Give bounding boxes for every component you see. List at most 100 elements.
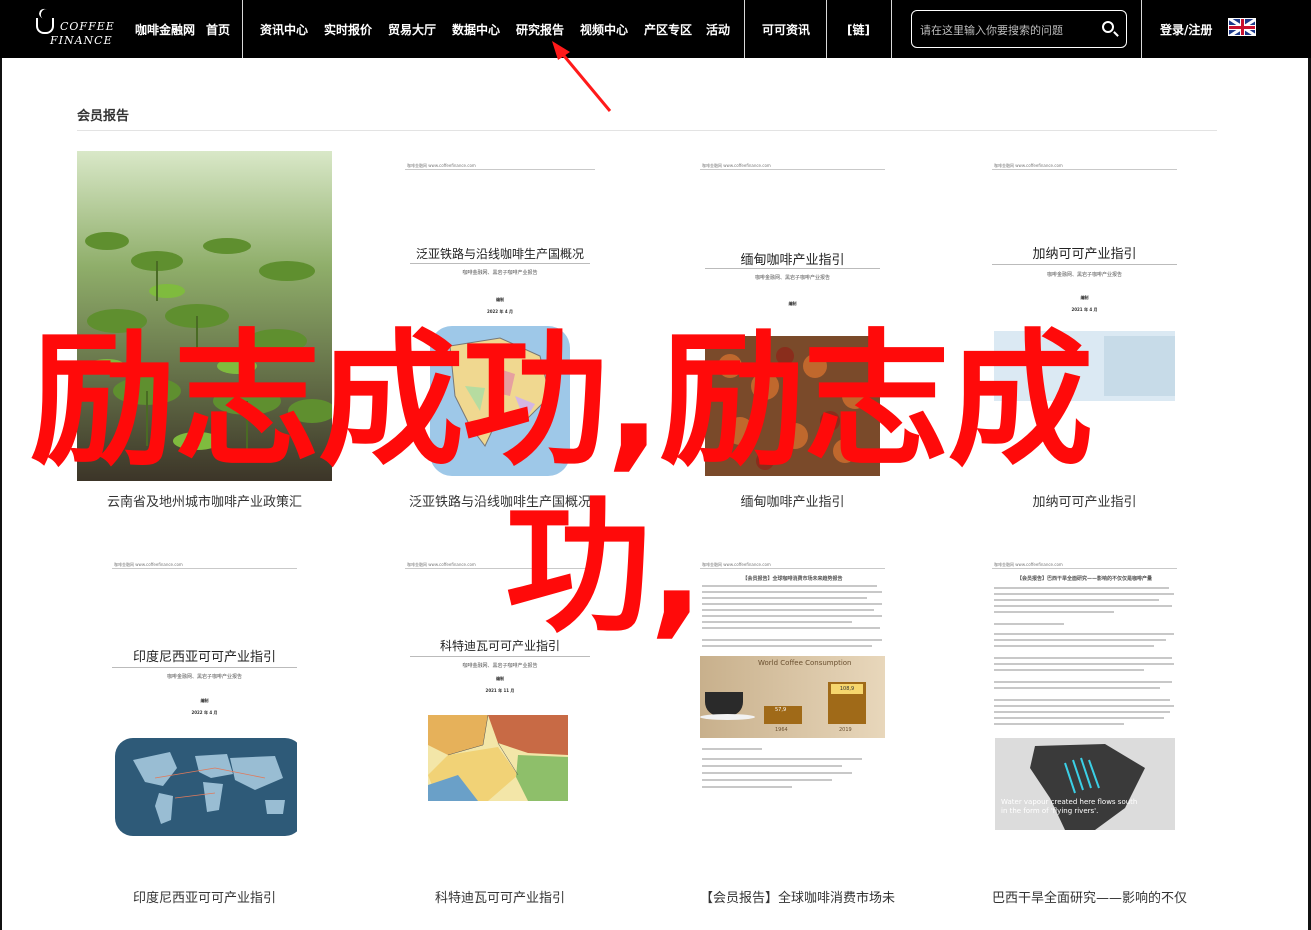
bar-value-2019: 108,9	[831, 684, 863, 694]
doc-header-rule	[992, 169, 1177, 170]
nav-events[interactable]: 活动	[706, 21, 730, 38]
report-card[interactable]: 咖啡金融网 www.coffeefinance.com 【会员报告】全球咖啡消费…	[700, 560, 895, 910]
annotation-arrow-icon	[552, 41, 612, 112]
text-line	[702, 585, 877, 587]
nav-links[interactable]: [链]	[847, 21, 870, 38]
nav-news-center[interactable]: 资讯中心	[260, 21, 308, 38]
doc-date: 2021 年 11 月	[485, 688, 515, 693]
report-caption[interactable]: 加纳可可产业指引	[992, 491, 1177, 510]
nav-divider	[891, 0, 892, 58]
doc-title-rule	[410, 263, 590, 264]
top-nav-bar: COFFEE FINANCE 咖啡金融网 首页 资讯中心 实时报价 贸易大厅 数…	[0, 0, 1311, 58]
text-line	[994, 657, 1172, 659]
overlay-slogan-line-1: 励志成功,励志成	[30, 316, 1093, 486]
report-caption[interactable]: 缅甸咖啡产业指引	[700, 491, 885, 510]
text-line	[994, 711, 1170, 713]
doc-header-rule	[992, 568, 1177, 569]
text-line	[702, 615, 882, 617]
consumption-chart-image: World Coffee Consumption 57,9 108,9 1964…	[700, 656, 885, 738]
text-line	[702, 639, 882, 641]
chart-title: World Coffee Consumption	[758, 659, 852, 667]
text-line	[702, 609, 874, 611]
flying-rivers-map	[995, 738, 1175, 830]
report-caption[interactable]: 云南省及地州城市咖啡产业政策汇	[77, 491, 332, 510]
south-america-map-image: Water vapour created here flows south in…	[995, 738, 1175, 830]
text-line	[994, 633, 1174, 635]
text-line	[702, 765, 842, 767]
search-icon[interactable]	[1102, 21, 1114, 33]
uk-flag-icon[interactable]	[1228, 18, 1256, 36]
nav-cocoa-news[interactable]: 可可资讯	[762, 21, 810, 38]
doc-title-rule	[705, 268, 880, 269]
search-input[interactable]	[920, 20, 1098, 40]
text-line	[994, 645, 1154, 647]
text-line	[994, 681, 1172, 683]
report-card[interactable]: 咖啡金融网 www.coffeefinance.com 【会员报告】巴西干旱全面…	[992, 560, 1187, 910]
report-thumbnail[interactable]: 咖啡金融网 www.coffeefinance.com 【会员报告】全球咖啡消费…	[700, 560, 885, 850]
text-line	[994, 587, 1169, 589]
text-line	[702, 621, 852, 623]
text-line	[994, 599, 1159, 601]
doc-title: 缅甸咖啡产业指引	[740, 253, 845, 268]
doc-edit-label: 编制	[1080, 295, 1089, 300]
site-logo[interactable]: COFFEE FINANCE	[28, 6, 128, 50]
text-line	[702, 603, 882, 605]
text-line	[702, 597, 867, 599]
doc-header-rule	[405, 169, 595, 170]
text-line	[994, 605, 1172, 607]
saucer-shape	[700, 714, 755, 720]
text-line	[702, 772, 852, 774]
nav-origin-zone[interactable]: 产区专区	[644, 21, 692, 38]
doc-edit-label: 编制	[496, 676, 504, 681]
doc-title: 【会员报告】全球咖啡消费市场未来趋势报告	[742, 576, 843, 582]
text-line	[994, 593, 1174, 595]
report-card[interactable]: 咖啡金融网 www.coffeefinance.com 印度尼西亚可可产业指引 …	[112, 560, 297, 910]
text-line	[702, 786, 792, 788]
nav-trade-hall[interactable]: 贸易大厅	[388, 21, 436, 38]
nav-divider	[744, 0, 745, 58]
nav-home[interactable]: 首页	[206, 21, 230, 38]
doc-title: 泛亚铁路与沿线咖啡生产国概况	[415, 247, 584, 261]
report-caption[interactable]: 巴西干旱全面研究——影响的不仅	[992, 887, 1187, 906]
nav-data-center[interactable]: 数据中心	[452, 21, 500, 38]
section-divider	[77, 130, 1217, 131]
report-caption[interactable]: 科特迪瓦可可产业指引	[405, 887, 595, 906]
report-thumbnail[interactable]: 咖啡金融网 www.coffeefinance.com 印度尼西亚可可产业指引 …	[112, 560, 297, 850]
doc-title-rule	[410, 656, 590, 657]
doc-header-rule	[700, 568, 885, 569]
nav-research-reports[interactable]: 研究报告	[516, 21, 564, 38]
text-line	[994, 639, 1166, 641]
doc-title: 印度尼西亚可可产业指引	[132, 650, 276, 665]
coffee-cup-icon	[36, 18, 54, 34]
doc-title-rule	[112, 667, 297, 668]
logo-text-finance: FINANCE	[50, 34, 113, 47]
report-caption[interactable]: 【会员报告】全球咖啡消费市场未	[700, 887, 895, 906]
text-line	[994, 663, 1174, 665]
text-line	[994, 717, 1164, 719]
text-line	[994, 611, 1114, 613]
text-line	[994, 623, 1064, 625]
doc-date: 2021 年 4 月	[1071, 307, 1098, 312]
doc-header-rule	[700, 169, 885, 170]
text-line	[994, 687, 1160, 689]
text-line	[702, 645, 872, 647]
bar-value-1964: 57,9	[775, 707, 787, 713]
search-box[interactable]	[911, 10, 1127, 48]
doc-subtitle: 咖啡金融网、黑岩子咖啡产业报告	[1046, 272, 1122, 278]
text-line	[702, 758, 862, 760]
nav-realtime-quotes[interactable]: 实时报价	[324, 21, 372, 38]
content-frame-left	[0, 58, 2, 930]
report-caption[interactable]: 印度尼西亚可可产业指引	[112, 887, 297, 906]
doc-edit-label: 编制	[200, 698, 209, 703]
doc-edit-label: 编制	[788, 301, 797, 306]
text-line	[702, 591, 882, 593]
nav-divider	[826, 0, 827, 58]
nav-divider	[1141, 0, 1142, 58]
nav-brand-site[interactable]: 咖啡金融网	[135, 21, 195, 38]
nav-login-register[interactable]: 登录/注册	[1160, 21, 1212, 38]
nav-video-center[interactable]: 视频中心	[580, 21, 628, 38]
text-line	[702, 627, 880, 629]
doc-title-rule	[992, 264, 1177, 265]
text-line	[994, 699, 1170, 701]
report-thumbnail[interactable]: 咖啡金融网 www.coffeefinance.com 【会员报告】巴西干旱全面…	[992, 560, 1177, 860]
